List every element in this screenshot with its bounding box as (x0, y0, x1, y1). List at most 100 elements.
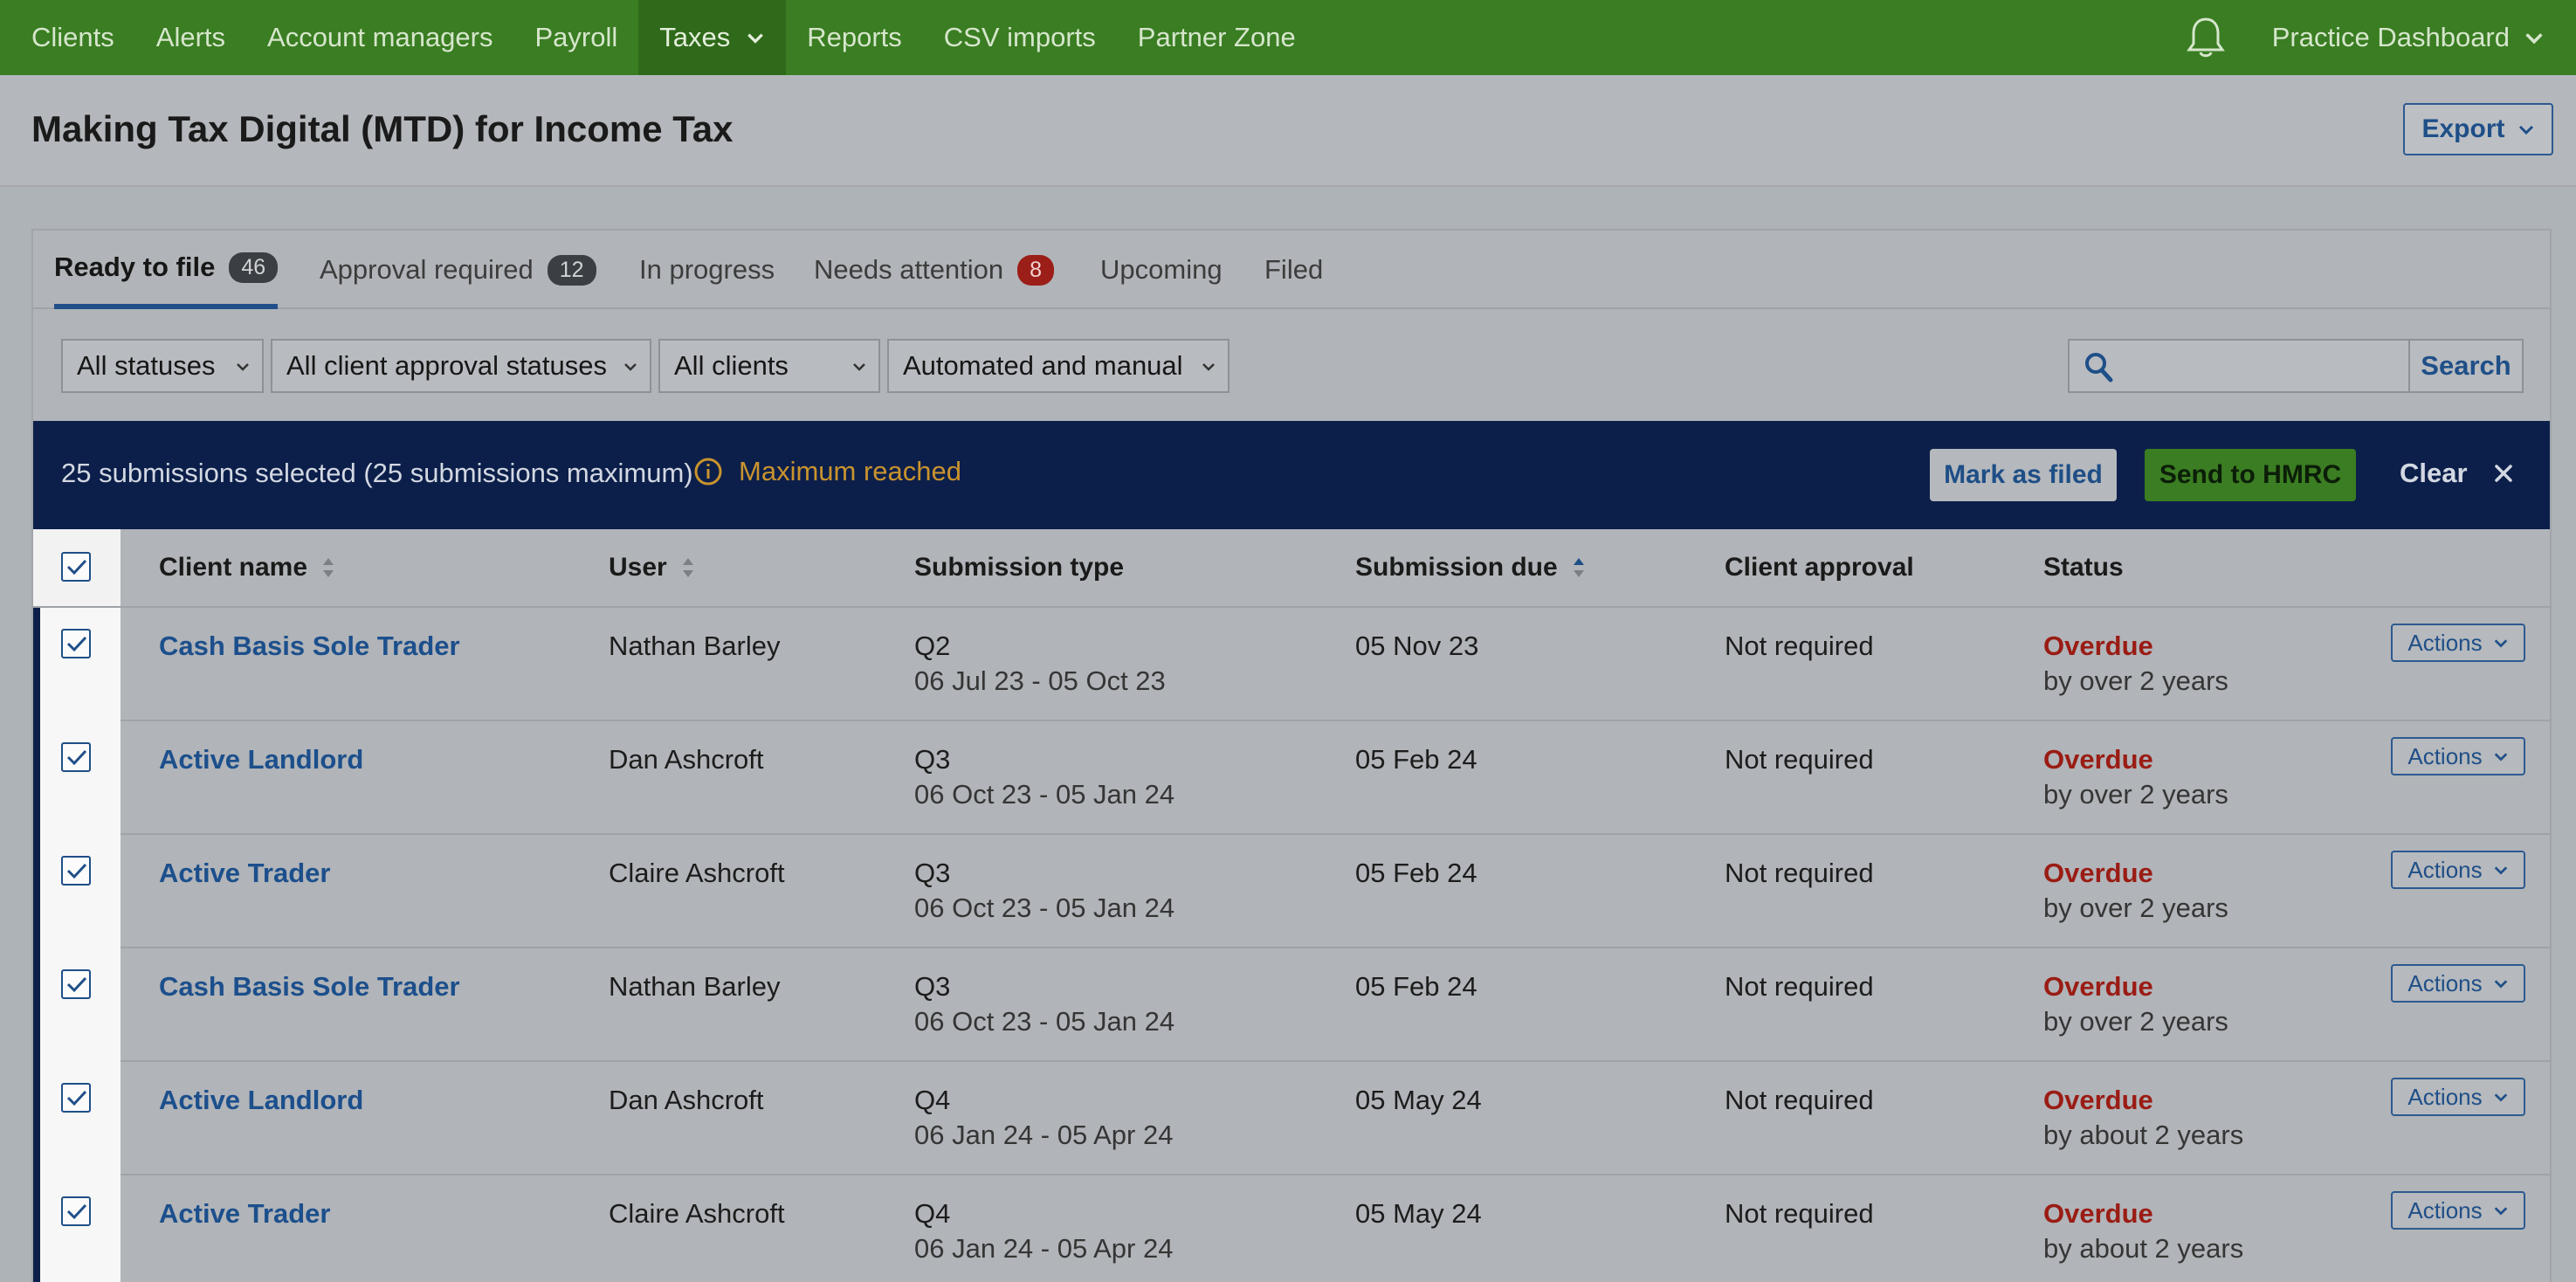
row-select-cell (33, 721, 121, 835)
tab-needs-attention[interactable]: Needs attention 8 (814, 231, 1055, 309)
submission-quarter: Q3 (914, 744, 951, 775)
top-navigation: Clients Alerts Account managers Payroll … (0, 0, 2576, 75)
column-submission-due[interactable]: Submission due (1355, 529, 1586, 606)
search-button[interactable]: Search (2410, 339, 2524, 393)
nav-item-csv-imports[interactable]: CSV imports (923, 0, 1117, 75)
actions-button[interactable]: Actions (2391, 624, 2525, 662)
row-checkbox[interactable] (61, 742, 91, 772)
nav-item-taxes[interactable]: Taxes (638, 0, 787, 75)
row-checkbox[interactable] (61, 969, 91, 999)
chevron-down-icon (2525, 33, 2543, 45)
status-cell: Overdue by about 2 years (2043, 1196, 2243, 1266)
tab-label: Ready to file (54, 252, 216, 282)
actions-button[interactable]: Actions (2391, 851, 2525, 889)
row-checkbox[interactable] (61, 1083, 91, 1113)
status-detail: by over 2 years (2043, 1006, 2228, 1037)
status-cell: Overdue by over 2 years (2043, 856, 2228, 926)
client-approval-value: Not required (1725, 858, 1874, 888)
actions-label: Actions (2407, 629, 2483, 656)
select-all-checkbox[interactable] (61, 552, 91, 582)
tab-in-progress[interactable]: In progress (639, 231, 775, 309)
actions-label: Actions (2407, 856, 2483, 883)
row-checkbox[interactable] (61, 1196, 91, 1226)
nav-item-account-managers[interactable]: Account managers (246, 0, 513, 75)
status-select[interactable]: All statuses (61, 339, 264, 393)
row-checkbox[interactable] (61, 629, 91, 658)
tab-ready-to-file[interactable]: Ready to file 46 (54, 231, 279, 309)
select-all-cell (33, 529, 121, 606)
chevron-down-icon (2494, 866, 2507, 875)
client-approval-value: Not required (1725, 1198, 1874, 1229)
chevron-down-icon (853, 363, 865, 371)
mark-as-filed-button[interactable]: Mark as filed (1930, 449, 2117, 501)
actions-label: Actions (2407, 1196, 2483, 1223)
nav-item-reports[interactable]: Reports (786, 0, 923, 75)
chevron-down-icon (2494, 639, 2507, 648)
user-name: Dan Ashcroft (609, 744, 764, 775)
actions-button[interactable]: Actions (2391, 964, 2525, 1003)
clear-label: Clear (2400, 458, 2468, 488)
chevron-down-icon (1202, 363, 1215, 371)
chevron-down-icon (2494, 980, 2507, 989)
tab-label: In progress (639, 254, 775, 285)
actions-label: Actions (2407, 742, 2483, 769)
actions-button[interactable]: Actions (2391, 1191, 2525, 1230)
count-badge: 12 (547, 254, 596, 286)
checkmark-icon (66, 863, 87, 879)
nav-item-partner-zone[interactable]: Partner Zone (1117, 0, 1317, 75)
clear-selection-button[interactable]: Clear (2400, 458, 2513, 489)
search-icon (2085, 353, 2113, 383)
status-detail: by over 2 years (2043, 779, 2228, 810)
client-name-link[interactable]: Cash Basis Sole Trader (159, 629, 460, 664)
submission-quarter: Q3 (914, 971, 951, 1002)
tab-approval-required[interactable]: Approval required 12 (320, 231, 596, 309)
actions-button[interactable]: Actions (2391, 1078, 2525, 1116)
client-approval-value: Not required (1725, 631, 1874, 661)
client-name-link[interactable]: Active Landlord (159, 1083, 363, 1118)
nav-item-clients[interactable]: Clients (0, 0, 135, 75)
client-name-link[interactable]: Active Trader (159, 1196, 330, 1231)
status-cell: Overdue by over 2 years (2043, 969, 2228, 1039)
practice-dashboard-menu[interactable]: Practice Dashboard (2272, 22, 2576, 53)
user-name: Dan Ashcroft (609, 1085, 764, 1115)
client-name-link[interactable]: Active Landlord (159, 742, 363, 777)
column-client-name[interactable]: Client name (159, 529, 335, 606)
client-approval-select[interactable]: All client approval statuses (271, 339, 651, 393)
column-user[interactable]: User (609, 529, 695, 606)
maximum-warning: Maximum reached (693, 456, 961, 487)
send-to-hmrc-button[interactable]: Send to HMRC (2145, 449, 2356, 501)
table-row[interactable]: Active Trader Claire Ashcroft Q3 06 Oct 23 … (33, 835, 2550, 948)
table-row[interactable]: Active Landlord Dan Ashcroft Q3 06 Oct 23 -… (33, 721, 2550, 835)
status-cell: Overdue by over 2 years (2043, 629, 2228, 699)
nav-item-payroll[interactable]: Payroll (514, 0, 639, 75)
status-detail: by about 2 years (2043, 1120, 2244, 1150)
tab-filed[interactable]: Filed (1264, 231, 1323, 309)
client-name-link[interactable]: Active Trader (159, 856, 330, 891)
checkmark-icon (66, 749, 87, 766)
checkmark-icon (66, 559, 87, 576)
column-client-approval: Client approval (1725, 553, 1914, 582)
clients-select[interactable]: All clients (658, 339, 880, 393)
submission-period: 06 Jul 23 - 05 Oct 23 (914, 665, 1166, 696)
column-submission-type: Submission type (914, 553, 1125, 582)
client-name-link[interactable]: Cash Basis Sole Trader (159, 969, 460, 1004)
row-checkbox[interactable] (61, 856, 91, 886)
actions-button[interactable]: Actions (2391, 737, 2525, 775)
status-select-value: All statuses (77, 350, 216, 381)
table-row[interactable]: Active Trader Claire Ashcroft Q4 06 Jan 24 … (33, 1175, 2550, 1282)
table-row[interactable]: Cash Basis Sole Trader Nathan Barley Q2 06 … (33, 608, 2550, 721)
nav-item-alerts[interactable]: Alerts (135, 0, 246, 75)
user-name: Nathan Barley (609, 631, 781, 661)
status-cell: Overdue by over 2 years (2043, 742, 2228, 812)
close-icon (2494, 465, 2512, 482)
bell-icon[interactable] (2185, 16, 2227, 59)
status-detail: by about 2 years (2043, 1233, 2244, 1264)
search-input[interactable] (2122, 342, 2401, 389)
table-row[interactable]: Active Landlord Dan Ashcroft Q4 06 Jan 24 -… (33, 1062, 2550, 1175)
export-button[interactable]: Export (2403, 103, 2553, 155)
submission-type: Q2 06 Jul 23 - 05 Oct 23 (914, 629, 1166, 699)
mode-select[interactable]: Automated and manual (887, 339, 1229, 393)
table-row[interactable]: Cash Basis Sole Trader Nathan Barley Q3 06 … (33, 948, 2550, 1062)
tab-upcoming[interactable]: Upcoming (1100, 231, 1223, 309)
nav-right: Practice Dashboard (2185, 0, 2576, 75)
